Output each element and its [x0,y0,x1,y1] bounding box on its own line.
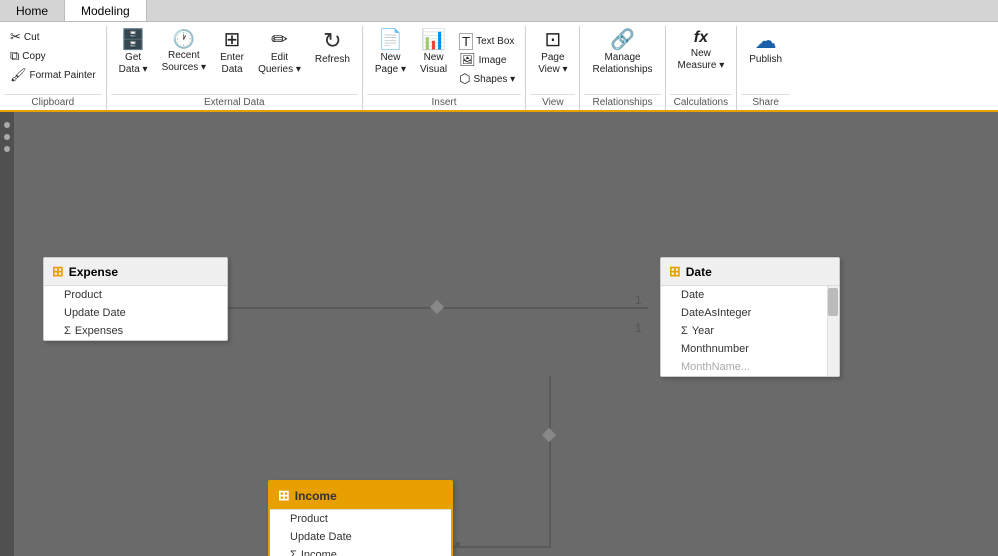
recent-sources-button[interactable]: 🕐 RecentSources ▾ [156,28,212,88]
ribbon-group-share: ☁ Publish Share [737,26,794,110]
edit-queries-icon: ✏ [271,30,288,50]
expense-table[interactable]: ⊞ Expense Product Update Date Σ Expenses [43,257,228,341]
income-header: ⊞ Income [270,482,451,510]
page-view-icon: ⊡ [544,30,561,50]
expense-table-icon: ⊞ [52,263,64,280]
sigma-icon-year: Σ [681,325,688,337]
copy-icon: ⧉ [10,48,19,64]
expense-row-product[interactable]: Product [44,286,227,304]
expense-row-update-date[interactable]: Update Date [44,304,227,322]
ribbon-group-view: ⊡ PageView ▾ View [526,26,580,110]
income-table[interactable]: ⊞ Income Product Update Date Σ Income [268,480,453,556]
get-data-button[interactable]: 🗄️ GetData ▾ [113,28,154,88]
sidebar-dot-2 [4,134,10,140]
ribbon-group-external-data: 🗄️ GetData ▾ 🕐 RecentSources ▾ ⊞ EnterDa… [107,26,363,110]
shapes-button[interactable]: ⬡ Shapes ▾ [455,70,519,88]
svg-text:1: 1 [635,321,642,335]
date-row-date[interactable]: Date [661,286,839,304]
get-data-icon: 🗄️ [121,30,146,50]
date-title: Date [686,265,712,279]
new-visual-button[interactable]: 📊 NewVisual [414,28,453,88]
date-header: ⊞ Date [661,258,839,286]
income-table-icon: ⊞ [278,487,290,504]
date-row-monthname[interactable]: MonthName... [661,358,839,376]
ribbon-group-insert: 📄 NewPage ▾ 📊 NewVisual T Text Box 🖼 Ima… [363,26,526,110]
income-row-update-date[interactable]: Update Date [270,528,451,546]
sigma-icon-expenses: Σ [64,325,71,337]
date-row-dateasinteger[interactable]: DateAsInteger [661,304,839,322]
date-scrollbar-thumb[interactable] [828,288,838,316]
left-sidebar [0,112,14,556]
date-table-icon: ⊞ [669,263,681,280]
svg-text:1: 1 [635,293,642,307]
tab-home[interactable]: Home [0,0,65,21]
date-scrollbar[interactable] [827,286,839,376]
cut-icon: ✂ [10,29,21,45]
ribbon-group-clipboard: ✂ Cut ⧉ Copy 🖌 Format Painter Clipboard [0,26,107,110]
text-box-icon: T [459,33,473,50]
publish-icon: ☁ [755,30,777,52]
image-button[interactable]: 🖼 Image [455,51,519,69]
image-icon: 🖼 [459,52,476,68]
enter-data-button[interactable]: ⊞ EnterData [214,28,250,88]
manage-relationships-button[interactable]: 🔗 ManageRelationships [586,28,658,88]
tab-modeling[interactable]: Modeling [65,0,147,21]
sidebar-dot-3 [4,146,10,152]
shapes-icon: ⬡ [459,71,470,87]
expense-title: Expense [69,265,118,279]
new-measure-icon: fx [694,30,708,46]
expense-header: ⊞ Expense [44,258,227,286]
income-row-product[interactable]: Product [270,510,451,528]
sidebar-dot-1 [4,122,10,128]
new-visual-icon: 📊 [421,30,446,50]
new-page-button[interactable]: 📄 NewPage ▾ [369,28,412,88]
calculations-label: Calculations [670,94,733,110]
canvas: * 1 1 * ⊞ Expense Product Update Date Σ … [0,112,998,556]
page-view-button[interactable]: ⊡ PageView ▾ [532,28,573,88]
format-painter-icon: 🖌 [10,67,27,83]
text-box-button[interactable]: T Text Box [455,32,519,50]
cut-button[interactable]: ✂ Cut [6,28,100,46]
share-label: Share [741,94,790,110]
new-page-icon: 📄 [378,30,403,50]
income-title: Income [295,489,337,503]
sigma-icon-income: Σ [290,549,297,556]
enter-data-icon: ⊞ [224,30,241,50]
manage-relationships-icon: 🔗 [610,30,635,50]
clipboard-label: Clipboard [4,94,102,110]
copy-button[interactable]: ⧉ Copy [6,47,100,65]
relationships-label: Relationships [584,94,660,110]
date-row-year[interactable]: Σ Year [661,322,839,340]
publish-button[interactable]: ☁ Publish [743,28,788,88]
date-table[interactable]: ⊞ Date Date DateAsInteger Σ Year Monthnu… [660,257,840,377]
edit-queries-button[interactable]: ✏ EditQueries ▾ [252,28,307,88]
svg-text:*: * [455,538,461,554]
income-row-income[interactable]: Σ Income [270,546,451,556]
view-label: View [530,94,575,110]
format-painter-button[interactable]: 🖌 Format Painter [6,66,100,84]
refresh-button[interactable]: ↻ Refresh [309,28,356,88]
date-row-monthnumber[interactable]: Monthnumber [661,340,839,358]
ribbon: ✂ Cut ⧉ Copy 🖌 Format Painter Clipboard … [0,22,998,112]
ribbon-group-relationships: 🔗 ManageRelationships Relationships [580,26,665,110]
ribbon-group-calculations: fx NewMeasure ▾ Calculations [666,26,738,110]
expense-row-expenses[interactable]: Σ Expenses [44,322,227,340]
tab-bar: Home Modeling [0,0,998,22]
insert-label: Insert [367,94,521,110]
external-data-label: External Data [111,94,358,110]
new-measure-button[interactable]: fx NewMeasure ▾ [672,28,731,88]
refresh-icon: ↻ [323,30,341,52]
recent-sources-icon: 🕐 [173,30,195,48]
